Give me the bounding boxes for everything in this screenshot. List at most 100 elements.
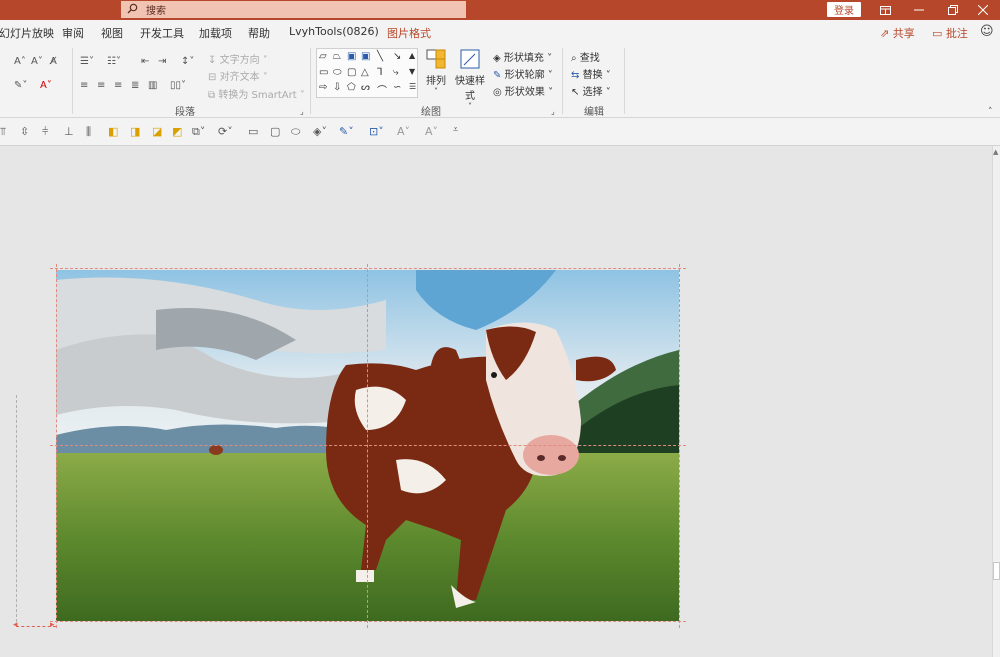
shape-rounded-rect-icon[interactable]: ▢ [347, 67, 356, 78]
align-left-icon[interactable]: ≡ [80, 80, 88, 92]
shape-arrow-line-icon[interactable]: ↘ [393, 51, 401, 62]
tab-lvyhtools[interactable]: LvyhTools(0826) [289, 25, 379, 38]
tab-slideshow[interactable]: 幻灯片放映 [0, 25, 54, 41]
shape-vtextbox-icon[interactable]: ▣ [361, 51, 370, 62]
tab-help[interactable]: 帮助 [248, 25, 270, 41]
bullets-icon[interactable]: ☰˅ [80, 56, 94, 68]
shape-line-icon[interactable]: ╲ [377, 51, 383, 62]
scroll-up-icon[interactable]: ▲ [993, 148, 998, 156]
bring-to-front-icon[interactable]: ◪ [152, 125, 162, 138]
align-text-button[interactable]: ⊟ 对齐文本 ˅ [208, 68, 268, 83]
send-backward-icon[interactable]: ◨ [130, 125, 140, 138]
align-bottom-icon[interactable]: ⊥ [64, 125, 74, 138]
shape-triangle-icon[interactable]: △ [361, 67, 369, 78]
text-fill-icon[interactable]: A˅ [397, 125, 410, 138]
align-middle-icon[interactable]: ⇳ [20, 125, 29, 138]
highlight-icon[interactable]: ✎˅ [14, 80, 27, 92]
text-direction-button[interactable]: ↧ 文字方向 ˅ [208, 51, 268, 66]
font-grow-icon[interactable]: A˄ [14, 56, 26, 68]
shape-effects-button[interactable]: ◎ 形状效果 ˅ [493, 83, 553, 98]
decrease-indent-icon[interactable]: ⇤ [141, 56, 149, 68]
feedback-smiley-icon[interactable]: ☺ [980, 24, 994, 39]
send-to-back-icon[interactable]: ◩ [172, 125, 182, 138]
align-center-h-icon[interactable]: ⫩ [42, 125, 48, 139]
gallery-more-icon[interactable]: ☰ [409, 82, 416, 91]
tab-review[interactable]: 审阅 [62, 25, 84, 41]
distribute-icon[interactable]: ▥ [148, 80, 157, 92]
align-center-icon[interactable]: ≡ [97, 80, 105, 92]
clear-format-icon[interactable]: A̸ [50, 56, 57, 68]
group-objects-icon[interactable]: ⧉˅ [192, 125, 205, 139]
line-spacing-icon[interactable]: ↕˅ [181, 56, 194, 68]
shape-down-arrow-icon[interactable]: ⇩ [333, 82, 341, 93]
tab-picture-format[interactable]: 图片格式 [387, 25, 431, 41]
shape-parallelogram-icon[interactable]: ▱ [319, 51, 327, 62]
shape-fill-icon: ◈ [493, 53, 501, 64]
textbox-tool-icon[interactable]: ⊡˅ [369, 125, 384, 138]
bottom-alignment-guide [50, 621, 686, 622]
login-button[interactable]: 登录 [827, 2, 861, 17]
minimize-icon[interactable] [902, 0, 936, 20]
tab-addins[interactable]: 加载项 [199, 25, 232, 41]
close-icon[interactable] [966, 0, 1000, 20]
arrange-button[interactable]: 排列 ˅ [423, 48, 449, 96]
bring-forward-icon[interactable]: ◧ [108, 125, 118, 138]
paragraph-dialog-launcher-icon[interactable]: ⌟ [300, 106, 304, 118]
comment-button[interactable]: ▭ 批注 [932, 25, 968, 41]
drawing-dialog-launcher-icon[interactable]: ⌟ [551, 106, 555, 118]
oval-tool-icon[interactable]: ⬭ [291, 125, 300, 139]
rounded-rect-tool-icon[interactable]: ▢ [270, 125, 280, 138]
vertical-scrollbar[interactable]: ▲ [992, 146, 1000, 657]
restore-icon[interactable] [936, 0, 970, 20]
outline-color-icon[interactable]: ✎˅ [339, 125, 354, 138]
shape-trapezoid-icon[interactable]: ⏢ [333, 51, 341, 62]
tab-view[interactable]: 视图 [101, 25, 123, 41]
shape-rectangle-icon[interactable]: ▭ [319, 67, 328, 78]
shape-effects-label: 形状效果 [504, 87, 545, 98]
fill-color-icon[interactable]: ◈˅ [313, 125, 327, 138]
share-button[interactable]: ⇗ 共享 [880, 25, 915, 41]
tab-developer[interactable]: 开发工具 [140, 25, 184, 41]
center-alignment-guide [367, 264, 368, 628]
font-shrink-icon[interactable]: A˅ [31, 56, 43, 68]
gallery-up-icon[interactable]: ▲ [409, 51, 415, 60]
shape-right-arrow-icon[interactable]: ⇨ [319, 82, 327, 93]
quick-styles-button[interactable]: 快速样式 ˅ [451, 48, 489, 111]
shape-textbox-icon[interactable]: ▣ [347, 51, 356, 62]
quick-styles-label: 快速样式 [455, 76, 485, 102]
select-button[interactable]: ↖ 选择 ˅ [571, 83, 611, 98]
shape-elbow-connector-icon[interactable]: ⅂ [377, 67, 383, 78]
select-icon: ↖ [571, 87, 580, 98]
align-top-icon[interactable]: ⫪ [0, 125, 6, 139]
customize-toolbar-icon[interactable]: ⩡ [453, 125, 458, 135]
shape-freeform-icon[interactable]: ᔕ [361, 82, 370, 93]
shape-arc-icon[interactable]: ⌒ [377, 82, 387, 97]
shape-curve-icon[interactable]: ∽ [393, 82, 401, 93]
convert-smartart-button[interactable]: ⧉ 转换为 SmartArt ˅ [208, 86, 305, 101]
find-button[interactable]: ⌕ 查找 [571, 49, 600, 64]
shape-elbow-arrow-icon[interactable]: ⤷ [393, 67, 399, 78]
distribute-h-icon[interactable]: ⫼ [86, 125, 91, 139]
rectangle-tool-icon[interactable]: ▭ [248, 125, 258, 138]
text-outline-icon[interactable]: A˅ [425, 125, 438, 138]
columns-icon[interactable]: ▯▯˅ [170, 80, 186, 92]
numbering-icon[interactable]: ☷˅ [107, 56, 121, 68]
ribbon-display-icon[interactable] [868, 0, 902, 20]
collapse-ribbon-icon[interactable]: ˄ [988, 106, 993, 118]
scroll-thumb[interactable] [993, 562, 1000, 580]
align-text-label: 对齐文本 [219, 72, 260, 83]
search-box[interactable]: 搜索 [121, 1, 466, 18]
justify-icon[interactable]: ≣ [131, 80, 139, 92]
group-separator [624, 48, 625, 114]
shape-oval-icon[interactable]: ⬭ [333, 67, 342, 78]
font-color-icon[interactable]: A˅ [40, 80, 52, 92]
shape-outline-button[interactable]: ✎ 形状轮廓 ˅ [493, 66, 553, 81]
shape-snip-rect-icon[interactable]: ⬠ [347, 82, 356, 93]
align-right-icon[interactable]: ≡ [114, 80, 122, 92]
replace-button[interactable]: ⇆ 替换 ˅ [571, 66, 611, 81]
shape-fill-button[interactable]: ◈ 形状填充 ˅ [493, 49, 552, 64]
shapes-gallery[interactable]: ▱ ⏢ ▣ ▣ ╲ ↘ ▭ ⬭ ▢ △ ⅂ ⤷ ⇨ ⇩ ⬠ ᔕ ⌒ ∽ ▲ ▼ … [316, 48, 418, 98]
rotate-icon[interactable]: ⟳˅ [218, 125, 233, 138]
gallery-down-icon[interactable]: ▼ [409, 67, 415, 76]
increase-indent-icon[interactable]: ⇥ [158, 56, 166, 68]
